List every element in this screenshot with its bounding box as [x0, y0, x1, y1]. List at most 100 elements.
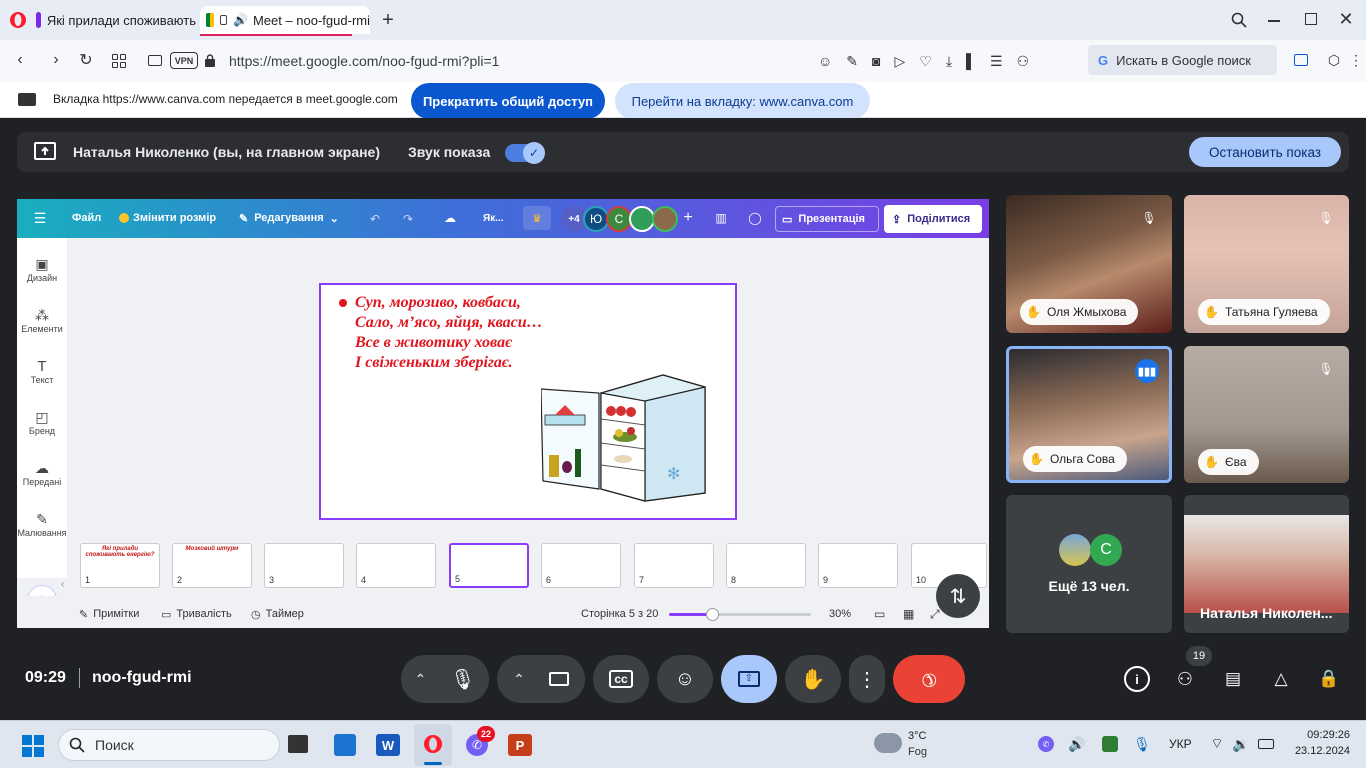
undo-icon[interactable]: ↶	[370, 212, 380, 226]
notes-button[interactable]: ✎ Примітки	[79, 608, 139, 621]
task-view-icon[interactable]	[288, 735, 308, 753]
google-search-box[interactable]: G Искать в Google поиск	[1088, 45, 1277, 75]
file-menu[interactable]: Файл	[72, 212, 101, 224]
reactions-button[interactable]: ☺	[657, 655, 713, 703]
emoji-icon[interactable]: ☺	[818, 53, 832, 70]
participant-tile[interactable]: 🎙 ✋ Оля Жмыхова	[1006, 195, 1172, 333]
sidebar-item-text[interactable]: T Текст	[20, 358, 64, 385]
sidebar-item-draw[interactable]: ✎ Малювання	[17, 511, 67, 538]
store-icon[interactable]	[334, 734, 356, 756]
powerpoint-icon[interactable]: P	[508, 734, 532, 756]
sidebar-item-elements[interactable]: ⁂ Елементи	[20, 307, 64, 334]
meeting-info-icon[interactable]: i	[1124, 666, 1150, 692]
camera-icon[interactable]	[148, 55, 162, 66]
more-participants-tile[interactable]: С Ещё 13 чел.	[1006, 495, 1172, 633]
self-view-tile[interactable]: Наталья Николен...	[1184, 495, 1349, 633]
video-camera-icon[interactable]	[548, 672, 569, 686]
thumbnail-slide-9[interactable]: 9	[818, 543, 898, 588]
forward-icon[interactable]: ›	[46, 50, 66, 70]
new-tab-icon[interactable]: +	[378, 9, 398, 31]
camera-options-chevron-icon[interactable]: ⌃	[513, 671, 525, 688]
fog-weather-icon[interactable]	[874, 733, 902, 753]
premium-crown-icon[interactable]: ♛	[523, 206, 551, 230]
clock-time[interactable]: 09:29:26	[1300, 729, 1350, 741]
zoom-slider[interactable]	[669, 608, 811, 621]
present-button[interactable]: ▭ Презентація	[775, 206, 879, 232]
taskbar-search[interactable]: Поиск	[58, 729, 280, 761]
sound-toggle[interactable]: ✓	[505, 142, 545, 164]
present-now-button[interactable]: ⇧	[721, 655, 777, 703]
menu-dots-icon[interactable]: ⋮	[1349, 50, 1363, 70]
swap-layout-icon[interactable]: ⇅	[936, 574, 980, 618]
edit-icon[interactable]: ✎	[846, 53, 858, 70]
more-options-button[interactable]: ⋮	[849, 655, 885, 703]
resize-menu[interactable]: Змінити розмір	[119, 212, 216, 224]
comment-icon[interactable]: ◯	[741, 206, 769, 230]
hamburger-icon[interactable]: ☰	[31, 210, 49, 226]
sidebar-item-brand[interactable]: ◰ Бренд	[20, 409, 64, 436]
thumbnail-slide-8[interactable]: 8	[726, 543, 806, 588]
design-title[interactable]: Як...	[483, 213, 504, 224]
add-collaborator-icon[interactable]: +	[680, 209, 696, 227]
search-tabs-icon[interactable]	[1228, 9, 1250, 31]
stop-sharing-button[interactable]: Прекратить общий доступ	[411, 83, 605, 119]
go-to-tab-button[interactable]: Перейти на вкладку: www.canva.com	[615, 83, 870, 119]
cloud-save-icon[interactable]: ☁	[444, 211, 456, 225]
weather-temp[interactable]: 3°C	[908, 730, 926, 742]
host-controls-lock-icon[interactable]: 🔒	[1316, 667, 1342, 691]
word-icon[interactable]: W	[376, 734, 400, 756]
security-tray-icon[interactable]	[1102, 736, 1118, 752]
thumbnail-slide-3[interactable]: 3	[264, 543, 344, 588]
scroll-left-icon[interactable]: ‹	[61, 579, 64, 590]
share-button[interactable]: ⇪ Поділитися	[884, 205, 982, 233]
thumbnail-slide-1[interactable]: Які прилади споживають енергію? 1	[80, 543, 160, 588]
timer-button[interactable]: ◷ Таймер	[251, 608, 304, 621]
easy-setup-icon[interactable]: ☰	[990, 53, 1003, 70]
profile-icon[interactable]: ⚇	[1017, 53, 1030, 70]
clock-date[interactable]: 23.12.2024	[1288, 745, 1350, 757]
sidebar-item-uploads[interactable]: ☁ Передані	[20, 460, 64, 487]
restore-icon[interactable]	[1305, 13, 1317, 25]
viber-tray-icon[interactable]: ✆	[1038, 736, 1054, 752]
wifi-icon[interactable]: ⌔	[1208, 735, 1226, 753]
stop-presenting-button[interactable]: Остановить показ	[1189, 137, 1341, 167]
participant-tile-speaking[interactable]: ▮▮▮ ✋ Ольга Сова	[1006, 346, 1172, 483]
minimize-icon[interactable]	[1268, 20, 1280, 22]
volume-icon[interactable]: 🔉	[1232, 735, 1250, 753]
chat-icon[interactable]: ▤	[1220, 667, 1246, 691]
participant-tile[interactable]: 🎙 ✋ Татьяна Гуляева	[1184, 195, 1349, 333]
collaborator-avatar[interactable]	[652, 206, 678, 232]
opera-logo-icon[interactable]	[8, 10, 28, 30]
leave-call-button[interactable]: ✆	[893, 655, 965, 703]
download-icon[interactable]: ⤓	[946, 53, 952, 70]
snapshot-icon[interactable]: ◙	[872, 53, 880, 70]
grid-view-icon[interactable]: ▦	[903, 607, 914, 621]
battery-icon[interactable]	[1258, 739, 1274, 749]
page-view-icon[interactable]: ▭	[874, 607, 885, 621]
zoom-label[interactable]: 30%	[829, 608, 851, 620]
thumbnail-slide-5-selected[interactable]: 5	[449, 543, 529, 588]
people-icon[interactable]: ⚇	[1172, 667, 1198, 691]
language-indicator[interactable]: УКР	[1169, 737, 1192, 751]
tab-meet[interactable]: 🔊 Meet – noo-fgud-rmi	[200, 6, 370, 34]
edit-menu[interactable]: ✎ Редагування ⌄	[239, 212, 339, 225]
extensions-icon[interactable]: ⬡	[1326, 51, 1342, 69]
tab-canva[interactable]: Які прилади споживають	[36, 6, 196, 34]
mic-options-chevron-icon[interactable]: ⌃	[414, 671, 426, 688]
sidebar-toggle-icon[interactable]: ▌	[966, 53, 976, 70]
audio-tray-icon[interactable]: 🔊	[1068, 735, 1086, 753]
thumbnail-slide-7[interactable]: 7	[634, 543, 714, 588]
vpn-badge[interactable]: VPN	[170, 52, 198, 69]
close-window-icon[interactable]: ✕	[1336, 8, 1356, 30]
reload-icon[interactable]: ↻	[76, 50, 96, 70]
back-icon[interactable]: ‹	[10, 50, 30, 70]
slide-canvas[interactable]: Суп, морозиво, ковбаси, Сало, м’ясо, яйц…	[319, 283, 737, 520]
thumbnail-slide-2[interactable]: Мозковий штурм 2	[172, 543, 252, 588]
fullscreen-icon[interactable]: ⤢	[930, 607, 940, 622]
microphone-icon[interactable]: 🎙	[450, 667, 475, 692]
weather-desc[interactable]: Fog	[908, 746, 927, 758]
captions-button[interactable]: cc	[593, 655, 649, 703]
workspaces-icon[interactable]	[1294, 54, 1308, 66]
insights-icon[interactable]: ▥	[707, 206, 735, 230]
send-icon[interactable]: ▷	[895, 53, 906, 70]
